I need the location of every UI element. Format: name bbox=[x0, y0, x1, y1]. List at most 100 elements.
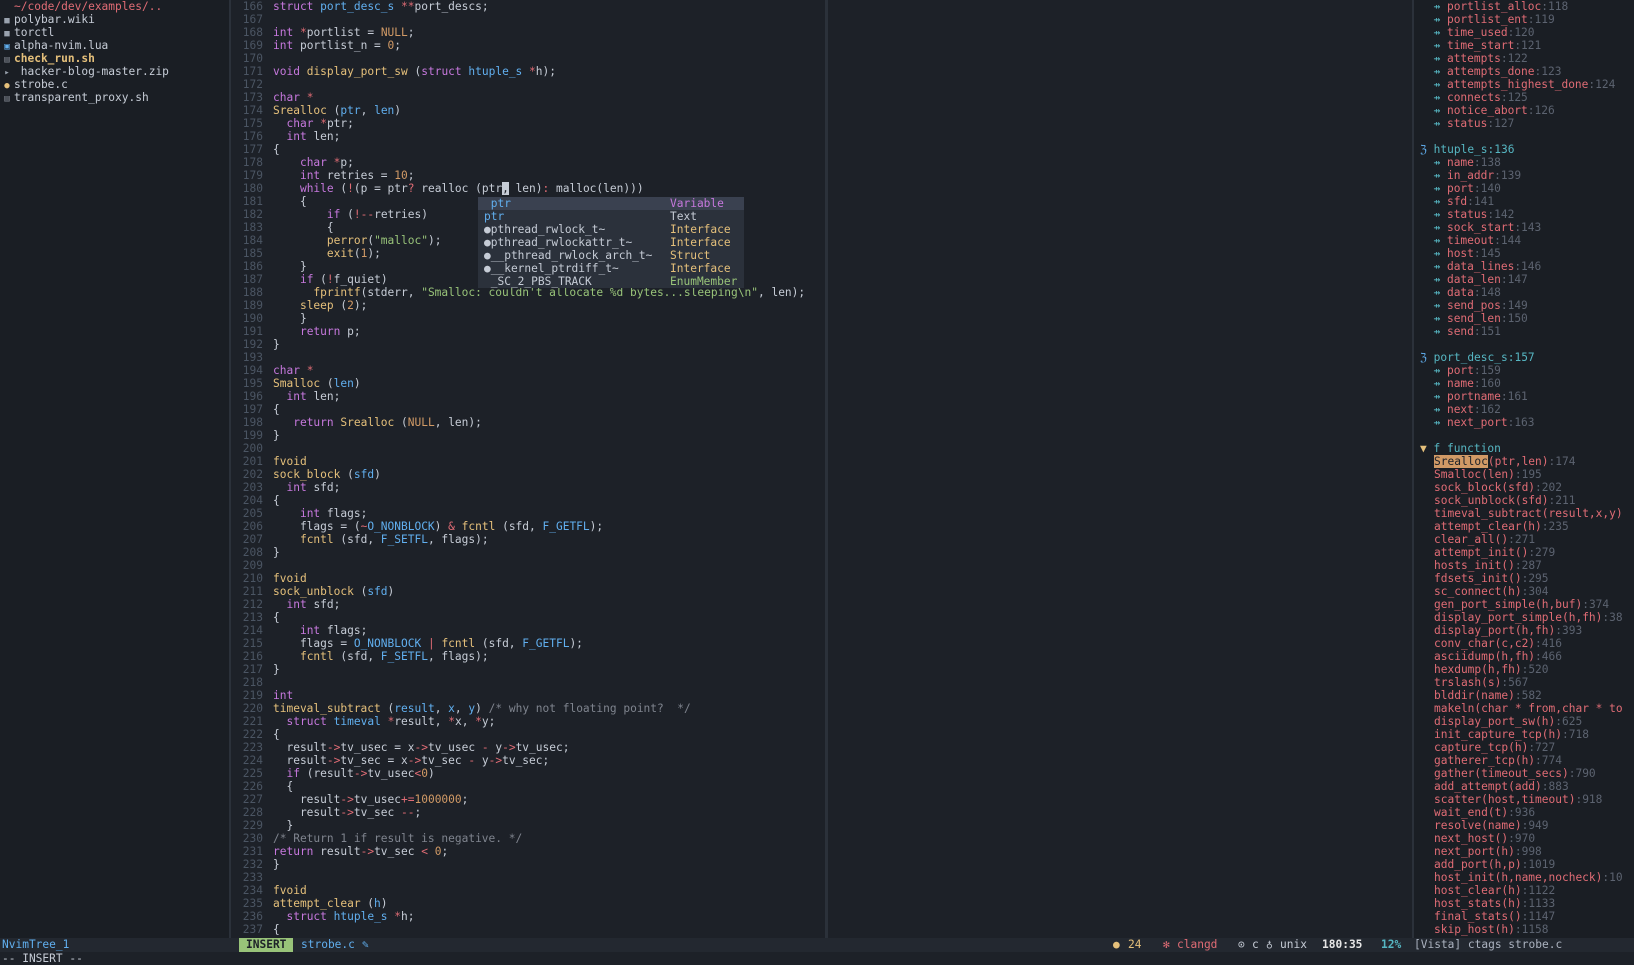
completion-item[interactable]: ptr Variable bbox=[478, 197, 744, 210]
vista-member[interactable]: ⇸ time_used:120 bbox=[1414, 26, 1634, 39]
code-line[interactable]: 175 char *ptr; bbox=[231, 117, 825, 130]
code-line[interactable]: 233 bbox=[231, 871, 825, 884]
vista-function[interactable]: fdsets_init():295 bbox=[1414, 572, 1634, 585]
tree-item[interactable]: ▤ check_run.sh bbox=[0, 52, 229, 65]
vista-function[interactable]: blddir(name):582 bbox=[1414, 689, 1634, 702]
code-line[interactable]: 192} bbox=[231, 338, 825, 351]
vista-member[interactable]: ⇸ next:162 bbox=[1414, 403, 1634, 416]
code-line[interactable]: 230 /* Return 1 if result is negative. */ bbox=[231, 832, 825, 845]
code-line[interactable]: 228 result->tv_sec --; bbox=[231, 806, 825, 819]
vista-function[interactable]: timeval_subtract(result,x,y) bbox=[1414, 507, 1634, 520]
code-line[interactable]: 173 char * bbox=[231, 91, 825, 104]
vista-function[interactable]: sock_unblock(sfd):211 bbox=[1414, 494, 1634, 507]
code-line[interactable]: 209 bbox=[231, 559, 825, 572]
code-line[interactable]: 166 struct port_desc_s **port_descs; bbox=[231, 0, 825, 13]
vista-function[interactable]: attempt_clear(h):235 bbox=[1414, 520, 1634, 533]
code-line[interactable]: 232} bbox=[231, 858, 825, 871]
vista-function[interactable]: hexdump(h,fh):520 bbox=[1414, 663, 1634, 676]
code-line[interactable]: 215 flags = O_NONBLOCK | fcntl (sfd, F_G… bbox=[231, 637, 825, 650]
tree-item[interactable]: ▤ transparent_proxy.sh bbox=[0, 91, 229, 104]
code-line[interactable]: 208} bbox=[231, 546, 825, 559]
vista-member[interactable]: ⇸ name:160 bbox=[1414, 377, 1634, 390]
vista-function[interactable]: trslash(s):567 bbox=[1414, 676, 1634, 689]
vista-function[interactable]: next_host():970 bbox=[1414, 832, 1634, 845]
vista-member[interactable]: ⇸ status:127 bbox=[1414, 117, 1634, 130]
code-line[interactable]: 172 bbox=[231, 78, 825, 91]
completion-item[interactable]: ptr Text bbox=[478, 210, 744, 223]
code-line[interactable]: 194 char * bbox=[231, 364, 825, 377]
vista-function[interactable]: attempt_init():279 bbox=[1414, 546, 1634, 559]
code-line[interactable]: 223 result->tv_usec = x->tv_usec - y->tv… bbox=[231, 741, 825, 754]
vista-member[interactable]: ⇸ sfd:141 bbox=[1414, 195, 1634, 208]
code-line[interactable]: 211 sock_unblock (sfd) bbox=[231, 585, 825, 598]
code-line[interactable]: 180 while (!(p = ptr? realloc (ptr, len)… bbox=[231, 182, 825, 195]
vista-member[interactable]: ⇸ port:159 bbox=[1414, 364, 1634, 377]
vista-function[interactable]: asciidump(h,fh):466 bbox=[1414, 650, 1634, 663]
code-line[interactable]: 197 { bbox=[231, 403, 825, 416]
vista-function[interactable]: clear_all():271 bbox=[1414, 533, 1634, 546]
vista-member[interactable]: ⇸ connects:125 bbox=[1414, 91, 1634, 104]
vista-member[interactable]: ⇸ data_lines:146 bbox=[1414, 260, 1634, 273]
code-line[interactable]: 198 return Srealloc (NULL, len); bbox=[231, 416, 825, 429]
vista-function[interactable]: gen_port_simple(h,buf):374 bbox=[1414, 598, 1634, 611]
tree-item[interactable]: ▸ hacker-blog-master.zip bbox=[0, 65, 229, 78]
vista-member[interactable]: ⇸ attempts_highest_done:124 bbox=[1414, 78, 1634, 91]
code-editor[interactable]: 166 struct port_desc_s **port_descs; 167 16… bbox=[231, 0, 825, 938]
code-line[interactable]: 219 int bbox=[231, 689, 825, 702]
vista-function[interactable]: display_port(h,fh):393 bbox=[1414, 624, 1634, 637]
completion-item[interactable]: _SC_2_PBS_TRACK EnumMember bbox=[478, 275, 744, 288]
vista-function[interactable]: host_stats(h):1133 bbox=[1414, 897, 1634, 910]
tree-item[interactable]: ● strobe.c bbox=[0, 78, 229, 91]
vista-member[interactable]: ⇸ name:138 bbox=[1414, 156, 1634, 169]
code-line[interactable]: 174 Srealloc (ptr, len) bbox=[231, 104, 825, 117]
vista-member[interactable]: ⇸ send_len:150 bbox=[1414, 312, 1634, 325]
vista-member[interactable]: ⇸ timeout:144 bbox=[1414, 234, 1634, 247]
vista-function[interactable]: display_port_sw(h):625 bbox=[1414, 715, 1634, 728]
code-line[interactable]: 189 sleep (2); bbox=[231, 299, 825, 312]
vista-member[interactable]: ⇸ time_start:121 bbox=[1414, 39, 1634, 52]
code-line[interactable]: 235 attempt_clear (h) bbox=[231, 897, 825, 910]
code-line[interactable]: 220 timeval_subtract (result, x, y) /* wh… bbox=[231, 702, 825, 715]
vista-function[interactable]: add_attempt(add):883 bbox=[1414, 780, 1634, 793]
vista-function[interactable]: init_capture_tcp(h):718 bbox=[1414, 728, 1634, 741]
vista-member[interactable]: ⇸ portlist_alloc:118 bbox=[1414, 0, 1634, 13]
vista-function[interactable]: hosts_init():287 bbox=[1414, 559, 1634, 572]
vista-function[interactable]: gatherer_tcp(h):774 bbox=[1414, 754, 1634, 767]
vista-member[interactable]: ⇸ in_addr:139 bbox=[1414, 169, 1634, 182]
code-line[interactable]: 225 if (result->tv_usec<0) bbox=[231, 767, 825, 780]
vista-function[interactable]: host_clear(h):1122 bbox=[1414, 884, 1634, 897]
tree-item[interactable]: ▣ alpha-nvim.lua bbox=[0, 39, 229, 52]
completion-item[interactable]: ●pthread_rwlock_t~ Interface bbox=[478, 223, 744, 236]
code-line[interactable]: 224 result->tv_sec = x->tv_sec - y->tv_s… bbox=[231, 754, 825, 767]
code-line[interactable]: 213 { bbox=[231, 611, 825, 624]
code-line[interactable]: 200 bbox=[231, 442, 825, 455]
code-line[interactable]: 195 Smalloc (len) bbox=[231, 377, 825, 390]
code-line[interactable]: 237 { bbox=[231, 923, 825, 936]
vista-function[interactable]: next_port(h):998 bbox=[1414, 845, 1634, 858]
command-line[interactable]: -- INSERT -- bbox=[0, 952, 1634, 965]
vista-member[interactable]: ⇸ portlist_ent:119 bbox=[1414, 13, 1634, 26]
code-line[interactable]: 190 } bbox=[231, 312, 825, 325]
vista-function[interactable]: skip_host(h):1158 bbox=[1414, 923, 1634, 936]
vista-struct-group[interactable]: ℨ htuple_s:136 bbox=[1414, 143, 1634, 156]
vista-function[interactable]: gather(timeout_secs):790 bbox=[1414, 767, 1634, 780]
code-line[interactable]: 176 int len; bbox=[231, 130, 825, 143]
vista-function[interactable]: scatter(host,timeout):918 bbox=[1414, 793, 1634, 806]
code-line[interactable]: 231 return result->tv_sec < 0; bbox=[231, 845, 825, 858]
vista-function[interactable]: wait_end(t):936 bbox=[1414, 806, 1634, 819]
code-line[interactable]: 234 fvoid bbox=[231, 884, 825, 897]
code-line[interactable]: 214 int flags; bbox=[231, 624, 825, 637]
vista-member[interactable]: ⇸ send_pos:149 bbox=[1414, 299, 1634, 312]
vista-function[interactable]: Srealloc(ptr,len):174 bbox=[1414, 455, 1634, 468]
code-line[interactable]: 222 { bbox=[231, 728, 825, 741]
vista-function[interactable]: capture_tcp(h):727 bbox=[1414, 741, 1634, 754]
code-line[interactable]: 221 struct timeval *result, *x, *y; bbox=[231, 715, 825, 728]
vista-member[interactable]: ⇸ attempts:122 bbox=[1414, 52, 1634, 65]
vista-member[interactable]: ⇸ host:145 bbox=[1414, 247, 1634, 260]
vista-member[interactable]: ⇸ notice_abort:126 bbox=[1414, 104, 1634, 117]
code-line[interactable]: 168 int *portlist = NULL; bbox=[231, 26, 825, 39]
code-line[interactable]: 204 { bbox=[231, 494, 825, 507]
code-line[interactable]: 236 struct htuple_s *h; bbox=[231, 910, 825, 923]
vista-member[interactable]: ⇸ port:140 bbox=[1414, 182, 1634, 195]
vista-member[interactable]: ⇸ send:151 bbox=[1414, 325, 1634, 338]
